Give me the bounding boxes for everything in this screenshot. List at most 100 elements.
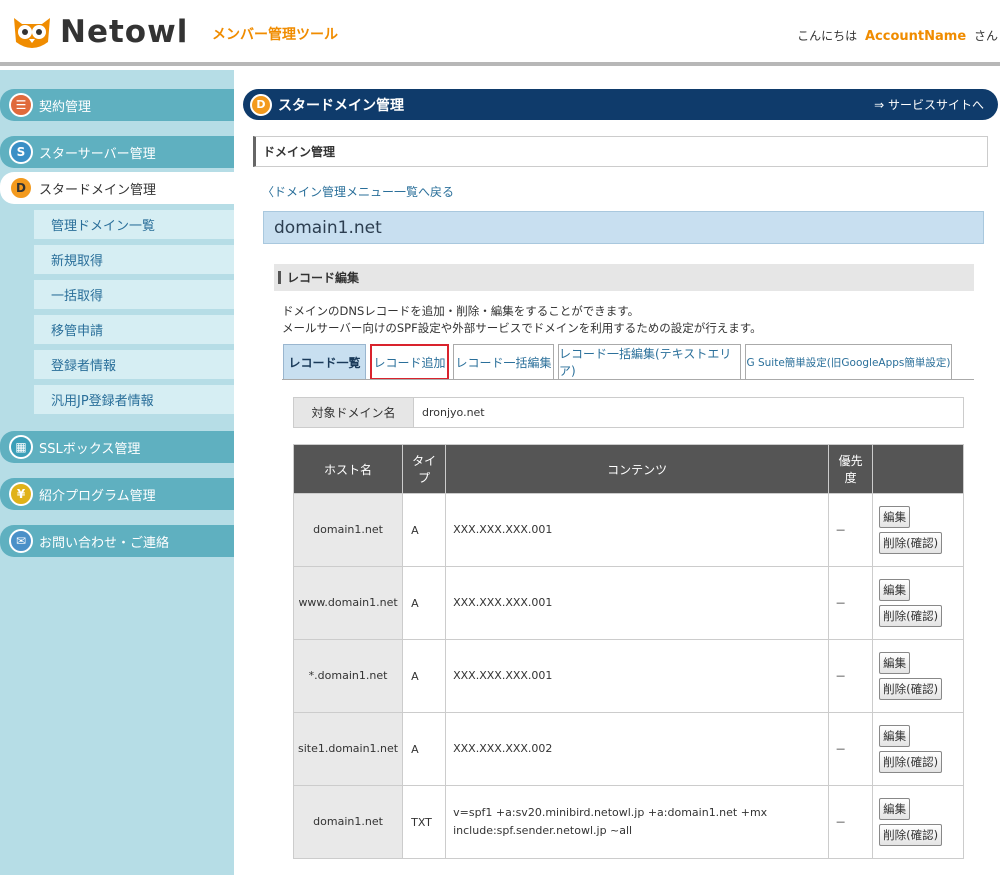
star-domain-icon: D xyxy=(250,93,272,116)
cell-actions: 編集 削除(確認) xyxy=(872,566,964,640)
logo-text: Netowl xyxy=(60,14,189,50)
cell-type: A xyxy=(402,712,447,786)
table-row: www.domain1.net A XXX.XXX.XXX.001 － 編集 削… xyxy=(292,566,964,640)
sidebar-sub-bulk-register[interactable]: 一括取得 xyxy=(34,280,234,309)
cell-priority: － xyxy=(828,712,874,786)
dns-records-table: ホスト名 タイプ コンテンツ 優先度 domain1.net A XXX.XXX… xyxy=(292,444,964,859)
cell-priority: － xyxy=(828,639,874,713)
col-host: ホスト名 xyxy=(292,444,404,494)
service-banner: D スタードメイン管理 ⇒ サービスサイトへ xyxy=(243,89,998,120)
header: Netowl メンバー管理ツール こんにちは AccountName さん xyxy=(0,0,1000,66)
cell-host: www.domain1.net xyxy=(292,566,404,640)
cell-host: domain1.net xyxy=(292,493,404,567)
cell-host: *.domain1.net xyxy=(292,639,404,713)
col-priority: 優先度 xyxy=(828,444,874,494)
cell-type: A xyxy=(402,639,447,713)
target-domain-label: 対象ドメイン名 xyxy=(294,398,414,427)
delete-confirm-button[interactable]: 削除(確認) xyxy=(879,605,943,627)
sidebar-item-contact[interactable]: ✉ お問い合わせ・ご連絡 xyxy=(0,525,234,557)
cell-content: XXX.XXX.XXX.001 xyxy=(445,566,830,640)
cell-actions: 編集 削除(確認) xyxy=(872,785,964,859)
sidebar-sub-registrant-info[interactable]: 登録者情報 xyxy=(34,350,234,379)
cell-host: domain1.net xyxy=(292,785,404,859)
star-domain-icon: D xyxy=(9,176,33,200)
service-site-link[interactable]: ⇒ サービスサイトへ xyxy=(874,96,984,113)
sidebar-sub-jp-registrant-info[interactable]: 汎用JP登録者情報 xyxy=(34,385,234,414)
sidebar-item-contract[interactable]: ☰ 契約管理 xyxy=(0,89,234,121)
target-domain-value: dronjyo.net xyxy=(422,406,485,419)
netowl-logo[interactable]: Netowl xyxy=(10,12,188,52)
table-row: *.domain1.net A XXX.XXX.XXX.001 － 編集 削除(… xyxy=(292,639,964,713)
sidebar-sub-domain-list[interactable]: 管理ドメイン一覧 xyxy=(34,210,234,239)
domain-title: domain1.net xyxy=(263,211,984,244)
back-to-domain-menu-link[interactable]: 〈ドメイン管理メニュー一覧へ戻る xyxy=(262,183,454,200)
sidebar-item-label: 紹介プログラム管理 xyxy=(39,488,156,504)
cell-priority: － xyxy=(828,566,874,640)
banner-title: スタードメイン管理 xyxy=(278,97,404,114)
tab-gsuite-setup[interactable]: G Suite簡単設定(旧GoogleApps簡単設定) xyxy=(745,344,952,380)
sidebar-item-label: 契約管理 xyxy=(39,99,92,115)
cell-content: XXX.XXX.XXX.002 xyxy=(445,712,830,786)
cell-content: v=spf1 +a:sv20.minibird.netowl.jp +a:dom… xyxy=(445,785,830,859)
yen-icon: ¥ xyxy=(9,482,33,506)
sidebar-item-label: SSLボックス管理 xyxy=(39,441,141,457)
cell-type: A xyxy=(402,566,447,640)
mail-icon: ✉ xyxy=(9,529,33,553)
sidebar-sub-transfer[interactable]: 移管申請 xyxy=(34,315,234,344)
heading-bar xyxy=(278,271,281,284)
tab-record-bulk-edit[interactable]: レコード一括編集 xyxy=(453,344,554,380)
table-header-row: ホスト名 タイプ コンテンツ 優先度 xyxy=(292,444,964,494)
cell-priority: － xyxy=(828,493,874,567)
edit-button[interactable]: 編集 xyxy=(879,652,911,674)
target-domain-row: 対象ドメイン名 dronjyo.net xyxy=(293,397,964,428)
section-title: ドメイン管理 xyxy=(253,136,988,167)
delete-confirm-button[interactable]: 削除(確認) xyxy=(879,824,943,846)
account-name[interactable]: AccountName xyxy=(865,29,966,44)
cell-content: XXX.XXX.XXX.001 xyxy=(445,493,830,567)
tab-record-list[interactable]: レコード一覧 xyxy=(283,344,366,380)
col-type: タイプ xyxy=(402,444,447,494)
cell-content: XXX.XXX.XXX.001 xyxy=(445,639,830,713)
tab-divider xyxy=(282,379,974,380)
record-edit-heading-label: レコード編集 xyxy=(287,271,360,285)
table-row: domain1.net TXT v=spf1 +a:sv20.minibird.… xyxy=(292,785,964,859)
sidebar-item-label: スタードメイン管理 xyxy=(39,182,157,198)
cell-actions: 編集 削除(確認) xyxy=(872,639,964,713)
delete-confirm-button[interactable]: 削除(確認) xyxy=(879,751,943,773)
cell-type: TXT xyxy=(402,785,447,859)
tool-name: メンバー管理ツール xyxy=(212,27,338,43)
description-line-2: メールサーバー向けのSPF設定や外部サービスでドメインを利用するための設定が行え… xyxy=(282,321,762,335)
edit-button[interactable]: 編集 xyxy=(879,798,911,820)
greeting: こんにちは AccountName さん xyxy=(797,27,998,44)
description-line-1: ドメインのDNSレコードを追加・削除・編集をすることができます。 xyxy=(282,304,640,318)
star-server-icon: S xyxy=(9,140,33,164)
cell-priority: － xyxy=(828,785,874,859)
col-actions xyxy=(872,444,964,494)
owl-logo-icon xyxy=(14,18,50,48)
sidebar-item-star-server[interactable]: S スターサーバー管理 xyxy=(0,136,234,168)
tab-record-bulk-edit-textarea[interactable]: レコード一括編集(テキストエリア) xyxy=(558,344,741,380)
tab-record-add[interactable]: レコード追加 xyxy=(370,344,449,380)
sidebar-item-label: お問い合わせ・ご連絡 xyxy=(39,535,170,551)
edit-button[interactable]: 編集 xyxy=(879,506,911,528)
edit-button[interactable]: 編集 xyxy=(879,579,911,601)
contract-icon: ☰ xyxy=(9,93,33,117)
ssl-box-icon: ▦ xyxy=(9,435,33,459)
sidebar-item-ssl-box[interactable]: ▦ SSLボックス管理 xyxy=(0,431,234,463)
cell-actions: 編集 削除(確認) xyxy=(872,712,964,786)
col-content: コンテンツ xyxy=(445,444,830,494)
table-row: site1.domain1.net A XXX.XXX.XXX.002 － 編集… xyxy=(292,712,964,786)
sidebar-item-star-domain[interactable]: D スタードメイン管理 xyxy=(0,172,234,204)
greeting-suffix: さん xyxy=(973,29,998,43)
cell-host: site1.domain1.net xyxy=(292,712,404,786)
cell-type: A xyxy=(402,493,447,567)
sidebar-item-label: スターサーバー管理 xyxy=(39,146,156,162)
edit-button[interactable]: 編集 xyxy=(879,725,911,747)
cell-actions: 編集 削除(確認) xyxy=(872,493,964,567)
greeting-prefix: こんにちは xyxy=(797,29,858,43)
delete-confirm-button[interactable]: 削除(確認) xyxy=(879,678,943,700)
sidebar-item-referral[interactable]: ¥ 紹介プログラム管理 xyxy=(0,478,234,510)
record-edit-heading: レコード編集 xyxy=(274,264,974,291)
delete-confirm-button[interactable]: 削除(確認) xyxy=(879,532,943,554)
sidebar-sub-new-register[interactable]: 新規取得 xyxy=(34,245,234,274)
